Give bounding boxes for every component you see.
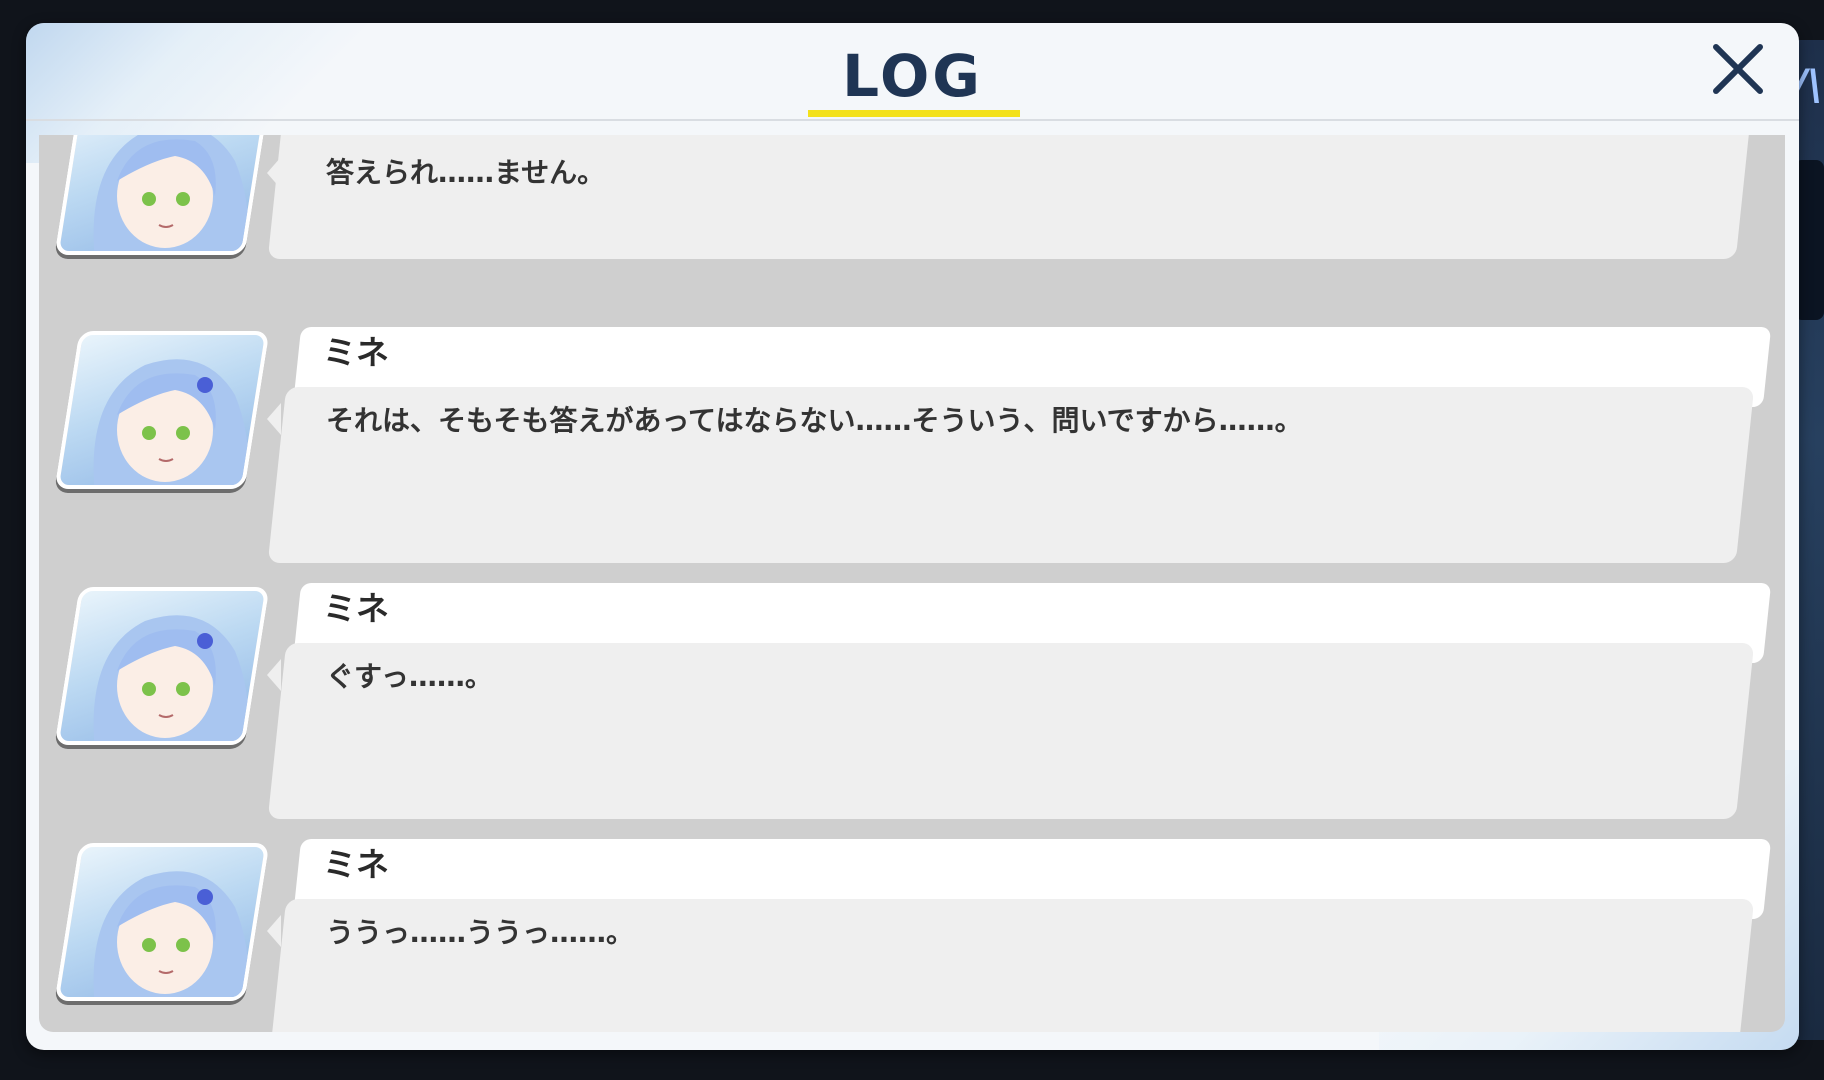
character-portrait-icon: [93, 359, 249, 485]
speaker-name: ミネ: [323, 589, 389, 628]
speaker-avatar: [54, 843, 270, 1001]
speaker-avatar: [54, 135, 270, 255]
message-box: [267, 135, 1755, 259]
speaker-name: ミネ: [323, 845, 389, 884]
log-window: LOG 答えられ……ません。 ミネ それは、そもそも答えがあってはならない……そ…: [26, 23, 1799, 1050]
message-text: それは、そもそも答えがあってはならない……そういう、問いですから……。: [326, 404, 1303, 437]
log-header: LOG: [26, 23, 1799, 121]
message-tail: [267, 403, 281, 435]
speaker-name: ミネ: [323, 333, 389, 372]
message-tail: [267, 659, 281, 691]
character-portrait-icon: [93, 615, 249, 741]
message-tail: [267, 915, 281, 947]
close-icon: [1713, 44, 1763, 94]
close-button[interactable]: [1706, 37, 1770, 101]
character-portrait-icon: [93, 871, 249, 997]
title-underline: [808, 110, 1020, 117]
message-text: ぐすっ……。: [326, 660, 493, 693]
message-text: 答えられ……ません。: [326, 156, 606, 189]
log-entry: ミネ それは、そもそも答えがあってはならない……そういう、問いですから……。: [39, 327, 1785, 587]
speaker-avatar: [54, 331, 270, 489]
message-text: ううっ……ううっ……。: [326, 916, 635, 949]
log-title: LOG: [842, 42, 983, 110]
message-tail: [267, 157, 281, 189]
log-entry: ミネ ううっ……ううっ……。: [39, 839, 1785, 1032]
character-portrait-icon: [93, 135, 249, 251]
log-entry: 答えられ……ません。: [39, 135, 1785, 259]
log-list[interactable]: 答えられ……ません。 ミネ それは、そもそも答えがあってはならない……そういう、…: [39, 135, 1785, 1032]
speaker-avatar: [54, 587, 270, 745]
log-entry: ミネ ぐすっ……。: [39, 583, 1785, 843]
